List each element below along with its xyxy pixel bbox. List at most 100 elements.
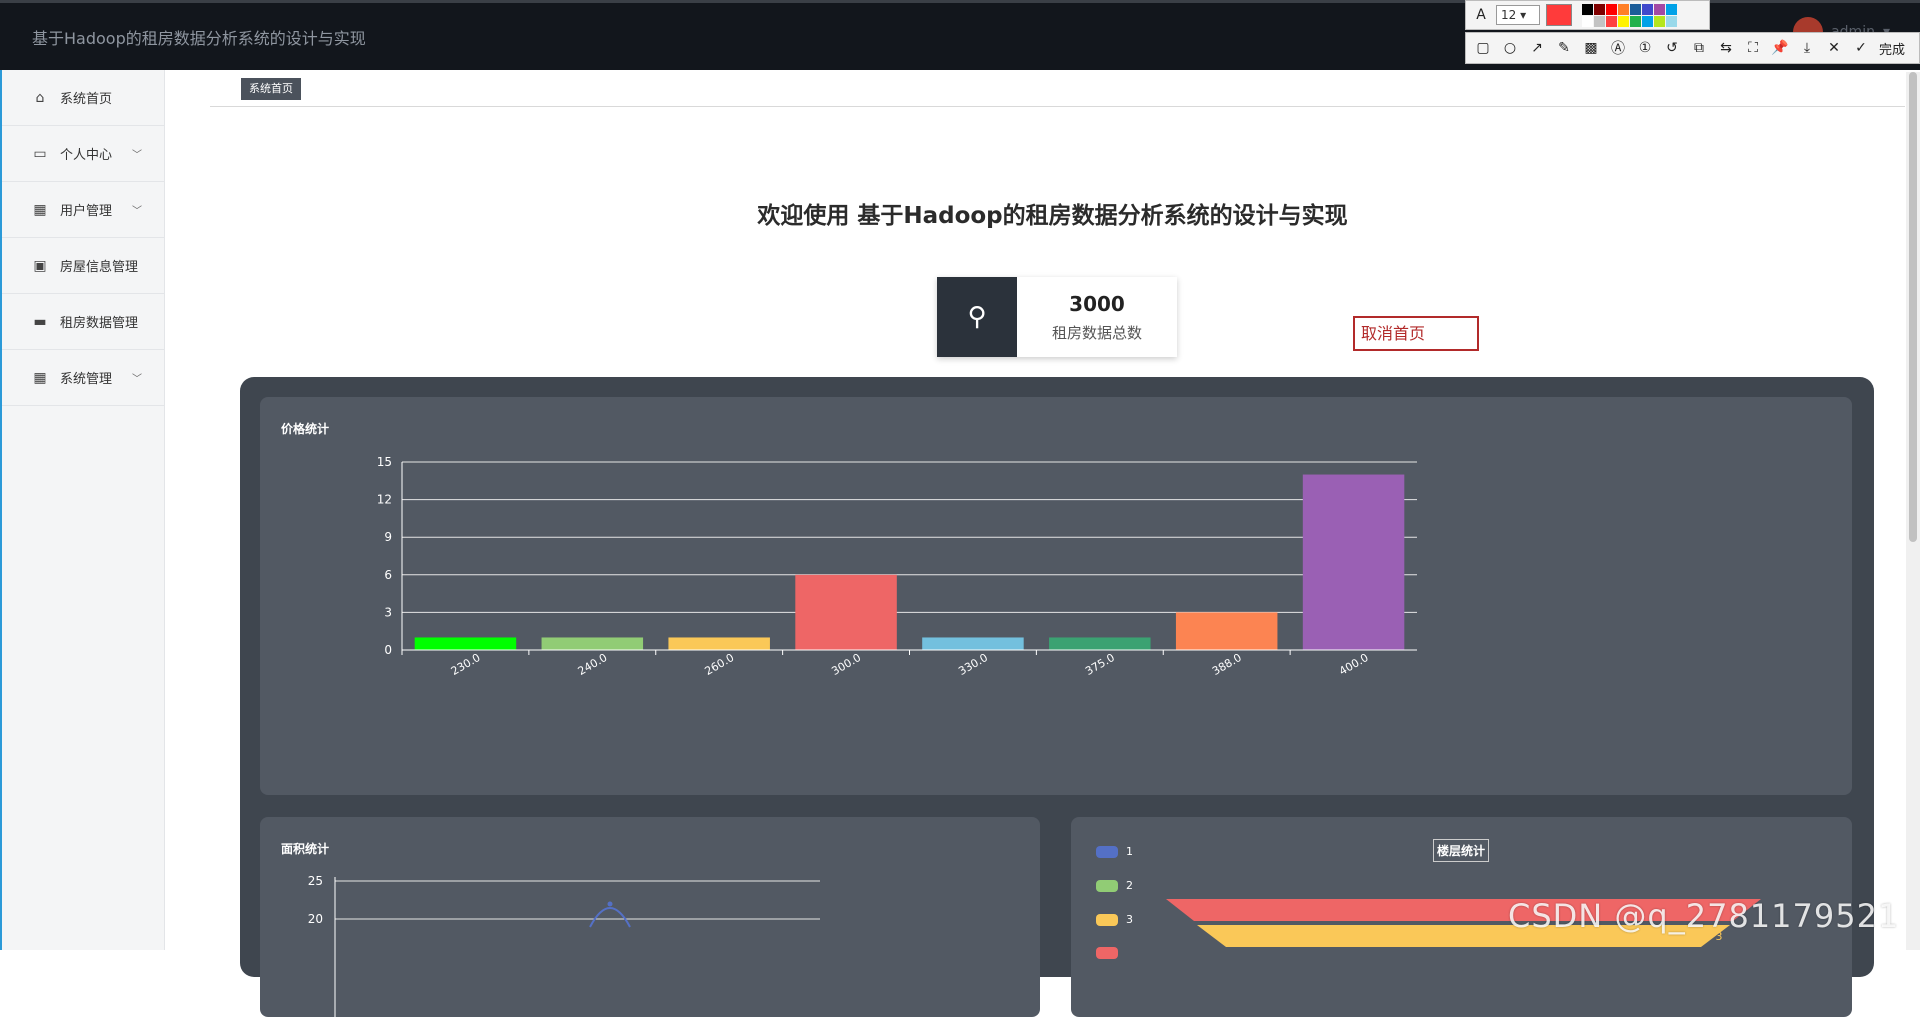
font-size-value: 12	[1501, 8, 1517, 22]
sidebar-item-label: 系统管理	[60, 372, 113, 387]
legend-item[interactable]	[1096, 947, 1126, 959]
palette-color-swatch[interactable]	[1618, 15, 1629, 27]
chart-title: 面积统计	[281, 842, 330, 856]
font-size-select[interactable]: 12 ▾	[1496, 5, 1540, 25]
palette-color-swatch[interactable]	[1666, 15, 1677, 27]
series-line	[589, 907, 631, 928]
y-tick-label: 9	[384, 530, 392, 544]
translate-icon[interactable]: ⇆	[1717, 39, 1735, 57]
palette-color-swatch[interactable]	[1594, 15, 1605, 27]
chart-title: 楼层统计	[1433, 839, 1490, 862]
home-icon: ⌂	[35, 89, 45, 106]
current-color-swatch[interactable]	[1546, 4, 1572, 26]
chart-title: 价格统计	[281, 422, 330, 436]
palette-color-swatch[interactable]	[1654, 3, 1665, 15]
tab-divider	[210, 106, 1905, 107]
sidebar-item-label: 房屋信息管理	[60, 260, 139, 275]
y-tick-label: 12	[377, 493, 392, 507]
rectangle-tool-icon[interactable]: ▢	[1474, 39, 1492, 57]
clipboard-icon: ▣	[33, 257, 47, 274]
legend-item[interactable]: 2	[1096, 879, 1133, 892]
color-palette[interactable]	[1582, 3, 1677, 27]
stat-label: 租房数据总数	[1051, 323, 1142, 342]
pencil-tool-icon[interactable]: ✎	[1555, 39, 1573, 57]
bar	[1302, 474, 1405, 650]
sidebar-item-label: 租房数据管理	[60, 316, 139, 331]
done-button[interactable]: 完成	[1879, 39, 1905, 58]
snip-tools-toolbar: ▢ ○ ↗ ✎ ▩ Ⓐ ① ↺ ⧉ ⇆ ⛶ 📌 ⤓ ✕ ✓ 完成	[1465, 32, 1920, 64]
bar	[1049, 637, 1151, 650]
bar	[922, 637, 1024, 650]
sidebar-item-rental-data[interactable]: ▬ 租房数据管理	[2, 294, 164, 350]
y-tick-label: 15	[377, 455, 392, 469]
x-tick-label: 330.0	[956, 651, 990, 678]
legend-item[interactable]: 1	[1096, 845, 1133, 858]
watermark: CSDN @q_2781179521	[1508, 897, 1900, 935]
undo-icon[interactable]: ↺	[1663, 39, 1681, 57]
text-tool-icon[interactable]: Ⓐ	[1609, 39, 1627, 57]
palette-color-swatch[interactable]	[1582, 15, 1593, 27]
chart-panel: 价格统计 0 3 6 9 12 15 230.0 240.0 260.0 300.0 330.0 37…	[240, 377, 1874, 1017]
legend-label: 1	[1126, 845, 1133, 858]
area-line-chart: 2025	[308, 874, 820, 1017]
data-point	[607, 901, 613, 907]
legend-swatch	[1096, 879, 1118, 892]
area-chart-card: 面积统计 20 25	[260, 817, 1040, 1017]
capture-icon[interactable]: ⛶	[1744, 39, 1762, 57]
palette-color-swatch[interactable]	[1606, 15, 1617, 27]
chevron-down-icon: ﹀	[132, 150, 142, 161]
ocr-icon[interactable]: ⧉	[1690, 39, 1708, 57]
card-icon: ▭	[33, 145, 47, 162]
y-tick-label: 3	[384, 605, 392, 619]
palette-color-swatch[interactable]	[1606, 3, 1617, 15]
y-tick-label: 0	[384, 643, 392, 657]
palette-color-swatch[interactable]	[1630, 3, 1641, 15]
palette-color-swatch[interactable]	[1642, 3, 1653, 15]
close-icon[interactable]: ✕	[1825, 39, 1843, 57]
mosaic-tool-icon[interactable]: ▩	[1582, 39, 1600, 57]
text-style-icon[interactable]: A	[1472, 6, 1490, 24]
sidebar-item-home[interactable]: ⌂ 系统首页	[2, 70, 164, 126]
cancel-home-text-annotation[interactable]: 取消首页	[1353, 316, 1479, 351]
y-tick-label: 20	[308, 912, 323, 926]
legend-label: 2	[1126, 879, 1133, 892]
briefcase-icon: ▬	[33, 313, 47, 330]
app-title: 基于Hadoop的租房数据分析系统的设计与实现	[32, 29, 366, 48]
scrollbar-thumb[interactable]	[1909, 72, 1917, 542]
stamp-icon: ⚲	[937, 277, 1017, 357]
palette-color-swatch[interactable]	[1642, 15, 1653, 27]
tab-home[interactable]: 系统首页	[241, 78, 301, 100]
x-tick-label: 375.0	[1083, 651, 1117, 678]
sidebar-item-system-management[interactable]: ▦ 系统管理 ﹀	[2, 350, 164, 406]
palette-color-swatch[interactable]	[1666, 3, 1677, 15]
x-tick-label: 388.0	[1210, 651, 1244, 678]
bar	[668, 637, 770, 650]
page-title: 欢迎使用 基于Hadoop的租房数据分析系统的设计与实现	[757, 203, 1348, 229]
legend-swatch	[1096, 913, 1118, 926]
price-bar-chart: 0 3 6 9 12 15 230.0 240.0 260.0 300.0 330.0 375.0 38…	[377, 455, 1417, 678]
palette-color-swatch[interactable]	[1654, 15, 1665, 27]
x-tick-label: 230.0	[449, 651, 483, 678]
ellipse-tool-icon[interactable]: ○	[1501, 39, 1519, 57]
stat-value: 3000	[1069, 291, 1125, 316]
sidebar-item-label: 系统首页	[60, 92, 113, 107]
sidebar-item-house-info[interactable]: ▣ 房屋信息管理	[2, 238, 164, 294]
x-tick-label: 240.0	[576, 651, 610, 678]
snip-style-toolbar: A 12 ▾	[1465, 0, 1710, 30]
sidebar-item-personal-center[interactable]: ▭ 个人中心 ﹀	[2, 126, 164, 182]
pin-icon[interactable]: 📌	[1771, 39, 1789, 57]
palette-color-swatch[interactable]	[1594, 3, 1605, 15]
palette-color-swatch[interactable]	[1582, 3, 1593, 15]
x-tick-label: 400.0	[1337, 651, 1371, 678]
palette-color-swatch[interactable]	[1618, 3, 1629, 15]
bar	[795, 574, 897, 650]
number-tool-icon[interactable]: ①	[1636, 39, 1654, 57]
bar	[1175, 612, 1278, 650]
x-tick-label: 260.0	[703, 651, 737, 678]
palette-color-swatch[interactable]	[1630, 15, 1641, 27]
check-icon[interactable]: ✓	[1852, 39, 1870, 57]
download-icon[interactable]: ⤓	[1798, 39, 1816, 57]
legend-item[interactable]: 3	[1096, 913, 1133, 926]
arrow-tool-icon[interactable]: ↗	[1528, 39, 1546, 57]
grid-icon: ▦	[33, 369, 47, 386]
